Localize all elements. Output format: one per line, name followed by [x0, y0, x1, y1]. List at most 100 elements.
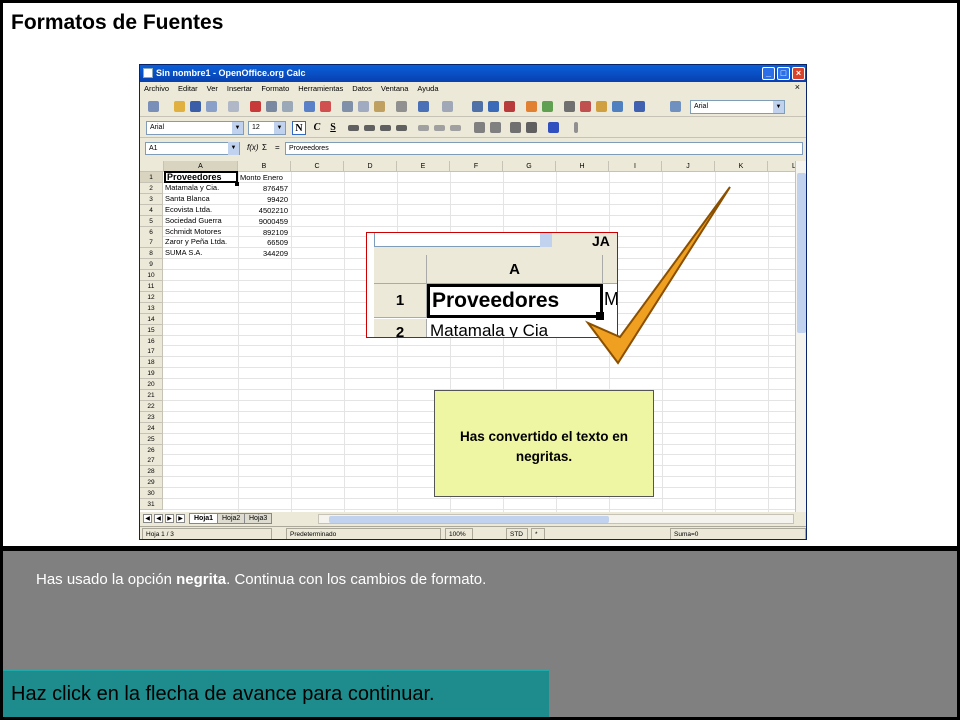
row-header[interactable]: 16: [140, 335, 163, 347]
paste-icon[interactable]: [374, 101, 385, 112]
zoom-icon[interactable]: [612, 101, 623, 112]
decrease-font-icon[interactable]: [490, 122, 501, 133]
menu-ventana[interactable]: Ventana: [381, 84, 409, 94]
close-document-icon[interactable]: ×: [795, 82, 800, 92]
function-wizard-icon[interactable]: f(x): [247, 143, 259, 152]
column-header[interactable]: D: [344, 161, 397, 172]
menu-editar[interactable]: Editar: [178, 84, 198, 94]
fill-handle[interactable]: [235, 182, 239, 186]
autospellcheck-icon[interactable]: [320, 101, 331, 112]
row-header[interactable]: 28: [140, 466, 163, 478]
column-header[interactable]: H: [556, 161, 609, 172]
previous-sheet-icon[interactable]: ◀: [154, 514, 163, 523]
column-header[interactable]: B: [238, 161, 291, 172]
find-replace-icon[interactable]: [564, 101, 575, 112]
font-color-icon[interactable]: [548, 122, 559, 133]
cell[interactable]: 9000459: [238, 217, 290, 227]
cell[interactable]: Schmidt Motores: [164, 227, 238, 237]
row-header[interactable]: 13: [140, 302, 163, 314]
minimize-button[interactable]: _: [762, 67, 775, 80]
new-document-icon[interactable]: [148, 101, 159, 112]
row-header[interactable]: 12: [140, 291, 163, 303]
draw-functions-icon[interactable]: [542, 101, 553, 112]
status-mode[interactable]: STD: [506, 528, 528, 539]
row-header[interactable]: 31: [140, 499, 163, 510]
open-icon[interactable]: [174, 101, 185, 112]
row-header[interactable]: 2: [140, 182, 163, 194]
row-header[interactable]: 5: [140, 215, 163, 227]
help-icon[interactable]: [634, 101, 645, 112]
column-header[interactable]: L: [768, 161, 796, 172]
sort-ascending-icon[interactable]: [488, 101, 499, 112]
cell[interactable]: 892109: [238, 228, 290, 238]
tab-hoja1[interactable]: Hoja1: [189, 513, 219, 524]
toolbar-font-combo[interactable]: Arial ▼: [690, 100, 785, 114]
row-header[interactable]: 23: [140, 411, 163, 423]
chart-icon[interactable]: [526, 101, 537, 112]
export-pdf-icon[interactable]: [250, 101, 261, 112]
next-sheet-icon[interactable]: ▶: [165, 514, 174, 523]
justify-icon[interactable]: [396, 125, 407, 131]
cell[interactable]: 99420: [238, 195, 290, 205]
row-header[interactable]: 18: [140, 357, 163, 369]
cell[interactable]: 344209: [238, 249, 290, 259]
column-header[interactable]: E: [397, 161, 450, 172]
cell-a1-selected[interactable]: Proveedores: [164, 171, 238, 183]
row-header[interactable]: 26: [140, 444, 163, 456]
row-header[interactable]: 10: [140, 270, 163, 282]
row-header[interactable]: 17: [140, 346, 163, 358]
tab-hoja2[interactable]: Hoja2: [217, 513, 246, 524]
format-paintbrush-icon[interactable]: [396, 101, 407, 112]
row-header[interactable]: 14: [140, 313, 163, 325]
sum-icon[interactable]: Σ: [262, 143, 267, 152]
page-preview-icon[interactable]: [282, 101, 293, 112]
hyperlink-icon[interactable]: [472, 101, 483, 112]
cell[interactable]: 4502210: [238, 206, 290, 216]
horizontal-scrollbar[interactable]: [318, 514, 794, 524]
underline-button[interactable]: S: [326, 121, 340, 135]
close-button[interactable]: ×: [792, 67, 805, 80]
row-header[interactable]: 21: [140, 390, 163, 401]
menu-ver[interactable]: Ver: [207, 84, 218, 94]
cut-icon[interactable]: [342, 101, 353, 112]
row-header[interactable]: 11: [140, 281, 163, 292]
row-header[interactable]: 29: [140, 477, 163, 489]
save-icon[interactable]: [190, 101, 201, 112]
undo-icon[interactable]: [418, 101, 429, 112]
sort-descending-icon[interactable]: [504, 101, 515, 112]
maximize-button[interactable]: □: [777, 67, 790, 80]
cell[interactable]: SUMA S.A.: [164, 248, 238, 258]
row-header[interactable]: 4: [140, 204, 163, 216]
tab-hoja3[interactable]: Hoja3: [244, 513, 273, 524]
cell[interactable]: Santa Blanca: [164, 194, 238, 204]
cell[interactable]: 876457: [238, 184, 290, 194]
row-header[interactable]: 25: [140, 433, 163, 445]
column-header[interactable]: K: [715, 161, 768, 172]
column-header[interactable]: G: [503, 161, 556, 172]
email-icon[interactable]: [206, 101, 217, 112]
row-header[interactable]: 1: [140, 172, 163, 183]
row-header[interactable]: 19: [140, 368, 163, 380]
vertical-scrollbar[interactable]: [795, 161, 806, 512]
navigator-icon[interactable]: [580, 101, 591, 112]
column-header[interactable]: I: [609, 161, 662, 172]
function-equals-icon[interactable]: =: [275, 143, 280, 152]
row-header[interactable]: 27: [140, 455, 163, 467]
column-header[interactable]: C: [291, 161, 344, 172]
last-sheet-icon[interactable]: ▶: [176, 514, 185, 523]
print-icon[interactable]: [266, 101, 277, 112]
menu-insertar[interactable]: Insertar: [227, 84, 252, 94]
percent-icon[interactable]: [450, 125, 461, 131]
align-left-icon[interactable]: [348, 125, 359, 131]
menu-archivo[interactable]: Archivo: [144, 84, 169, 94]
bold-button[interactable]: N: [292, 121, 306, 135]
toolbar-options-icon[interactable]: [574, 122, 578, 133]
italic-button[interactable]: C: [310, 121, 324, 135]
row-header[interactable]: 20: [140, 379, 163, 391]
row-header[interactable]: 24: [140, 422, 163, 434]
spellcheck-icon[interactable]: [304, 101, 315, 112]
cell[interactable]: Sociedad Guerra: [164, 216, 238, 226]
cell[interactable]: Zaror y Peña Ltda.: [164, 237, 238, 247]
row-header[interactable]: 30: [140, 488, 163, 500]
column-header[interactable]: J: [662, 161, 715, 172]
